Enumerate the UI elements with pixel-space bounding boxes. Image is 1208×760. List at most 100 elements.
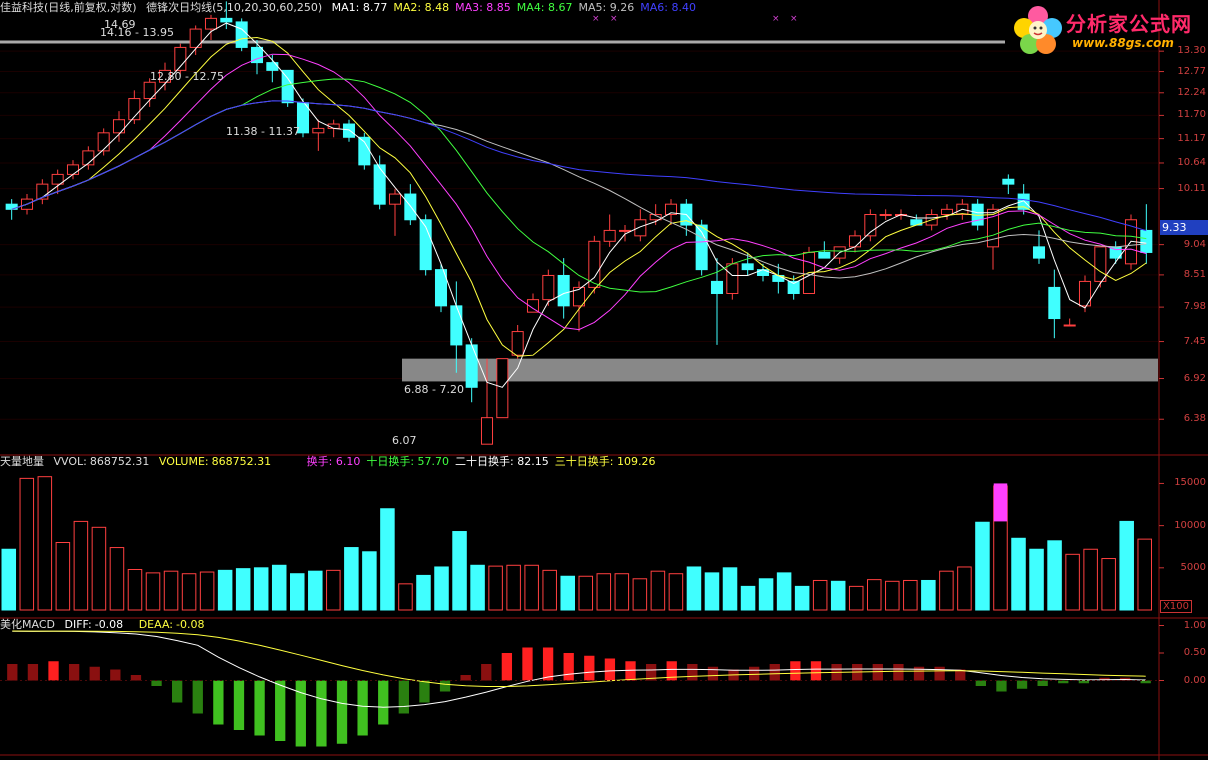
candle-body [404, 193, 417, 221]
macd-tick-label: 0.00 [1183, 674, 1206, 686]
candle-body [97, 132, 110, 152]
volume-bar [434, 566, 449, 611]
turnover-value-1: 换手: 6.10 [306, 455, 361, 468]
volume-bar [903, 579, 918, 611]
volume-bar [452, 531, 467, 611]
candle-body [1094, 246, 1107, 282]
vvol-label-text: VVOL: [53, 455, 87, 468]
candle-body [496, 358, 509, 419]
macd-title: 美化MACD [0, 618, 55, 631]
ma-line-5 [11, 100, 1147, 279]
volume-bar [217, 569, 233, 611]
candle-body [1063, 324, 1076, 327]
candle-body [557, 274, 570, 307]
dea-label: DEAA: [138, 618, 173, 631]
volume-bar [362, 551, 377, 611]
volume-bar [957, 566, 972, 611]
volume-bar [470, 564, 485, 611]
stock-title: 佳益科技(日线,前复权,对数) [0, 1, 137, 14]
volume-bar [19, 477, 35, 611]
volume-bar [614, 573, 630, 611]
volume-bar [506, 564, 521, 611]
candle-body [1032, 246, 1046, 259]
volume-bar [848, 585, 864, 611]
candle-body [266, 62, 279, 71]
volume-bar [308, 570, 323, 611]
vvol-label: VVOL: 868752.31 [54, 455, 156, 468]
candle-body [542, 274, 555, 301]
chart-stage: 佳益科技(日线,前复权,对数) 德锋次日均线(5,10,20,30,60,250… [0, 0, 1208, 760]
volume-bar [704, 572, 720, 611]
volume-bar [163, 570, 179, 611]
logo-url: www.88gs.com [1072, 36, 1174, 50]
macd-tick-label: 0.50 [1183, 647, 1206, 658]
candle-body [618, 229, 632, 232]
volume-bar [1083, 548, 1098, 611]
volume-bar [830, 580, 846, 611]
stock-chart-svg[interactable] [0, 0, 1208, 760]
volume-bar [1065, 553, 1080, 611]
volume-bar [794, 585, 810, 611]
volume-bar [686, 566, 702, 611]
volume-bar [1, 548, 17, 611]
price-header: 佳益科技(日线,前复权,对数) 德锋次日均线(5,10,20,30,60,250… [0, 0, 708, 16]
ma-value-6: MA6: 8.40 [640, 1, 696, 14]
volume-bar [1101, 558, 1116, 611]
volume-bar [1047, 540, 1062, 611]
volume-bar [1137, 538, 1152, 611]
ma-line-4 [11, 78, 1147, 293]
candle-body [480, 417, 494, 445]
candle-body [710, 280, 724, 294]
candle-body [281, 69, 294, 104]
volume-bar [181, 573, 197, 611]
volume-bar [380, 508, 395, 611]
volume-bar [253, 567, 269, 611]
annotation-low: 6.07 [392, 434, 417, 447]
volume-label: VOLUME: 868752.31 [159, 455, 277, 468]
annotation-range-3: 11.38 - 11.37 [226, 125, 300, 138]
volume-bar [271, 564, 287, 611]
volume-bar [1029, 548, 1044, 611]
signal-mark-4: × [790, 14, 798, 24]
signal-mark-2: × [610, 14, 618, 24]
candle-body [818, 251, 831, 259]
candle-body [1048, 286, 1061, 320]
candle-body [220, 17, 233, 23]
volume-bar [812, 579, 828, 611]
turnover-values: 换手: 6.10 十日换手: 57.70 二十日换手: 82.15 三十日换手: 10… [307, 455, 662, 468]
volume-bar [73, 520, 89, 611]
volume-value: 868752.31 [211, 455, 272, 468]
candle-body [373, 164, 386, 205]
volume-bar [975, 521, 990, 611]
candle-body [511, 331, 524, 356]
ma-value-1: MA1: 8.77 [331, 1, 388, 14]
volume-bar [91, 526, 107, 611]
candle-body [388, 193, 402, 205]
volume-bar [650, 570, 666, 611]
annotation-range-2: 12.80 - 12.75 [150, 70, 224, 83]
candle-body [756, 269, 770, 276]
candle-body [634, 219, 647, 237]
candle-body [465, 344, 478, 388]
annotation-range-1: 14.16 - 13.95 [100, 26, 174, 39]
volume-bar [1011, 537, 1026, 611]
flower-logo-icon [1014, 6, 1062, 54]
candle-body [235, 21, 248, 48]
volume-bar [109, 547, 125, 611]
candle-body [603, 229, 616, 242]
candle-body [741, 263, 754, 271]
dea-value: -0.08 [175, 618, 205, 631]
indicator-name: 德锋次日均线(5,10,20,30,60,250) [146, 1, 323, 14]
volume-bar [776, 572, 792, 611]
volume-bar [398, 583, 413, 611]
volume-bar [740, 585, 756, 611]
candle-body [1002, 178, 1015, 185]
volume-bar [939, 570, 954, 611]
candle-body [66, 164, 80, 175]
volume-bar [632, 578, 648, 611]
annotation-gap: 6.88 - 7.20 [404, 383, 464, 396]
candle-body [312, 127, 325, 134]
candle-body [726, 263, 739, 294]
ma-value-4: MA4: 8.67 [516, 1, 573, 14]
macd-tick-label: 1.00 [1183, 619, 1206, 631]
